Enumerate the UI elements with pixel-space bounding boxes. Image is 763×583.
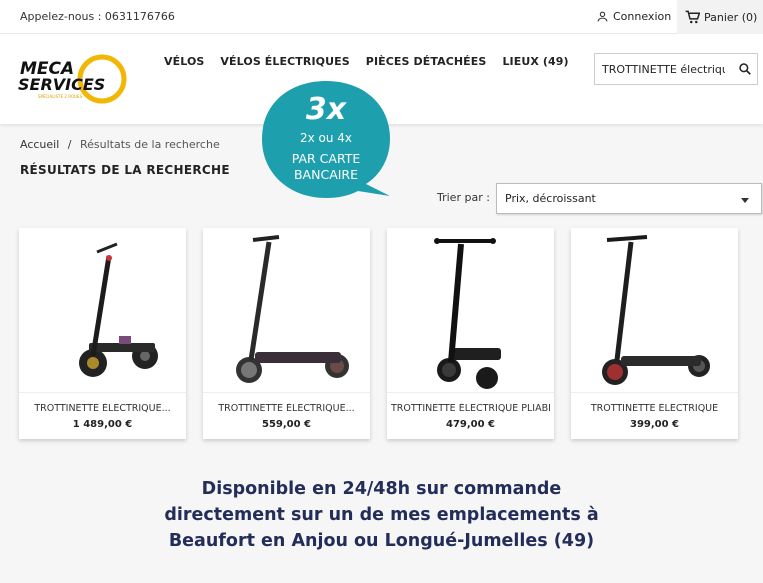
svg-text:SPÉCIALISTE 2 ROUES: SPÉCIALISTE 2 ROUES [38, 94, 83, 99]
breadcrumb-home[interactable]: Accueil [20, 138, 59, 151]
nav-item-velos-electriques[interactable]: VÉLOS ÉLECTRIQUES [220, 55, 349, 68]
breadcrumb: Accueil / Résultats de la recherche [20, 138, 220, 151]
search-input[interactable] [595, 54, 725, 84]
nav-item-lieux[interactable]: LIEUX (49) [502, 55, 568, 68]
page-title: RÉSULTATS DE LA RECHERCHE [20, 163, 230, 177]
product-card[interactable]: TROTTINETTE ÉLECTRIQUE... 1 489,00 € [19, 228, 186, 439]
card-divider [19, 392, 186, 393]
product-price: 479,00 € [445, 419, 496, 430]
note-line-1: Disponible en 24/48h sur commande [201, 479, 562, 499]
sort-select[interactable]: Prix, décroissant [496, 183, 762, 214]
top-bar: Appelez-nous : 0631176766 Connexion Pani… [0, 0, 763, 34]
product-name[interactable]: TROTTINETTE ÉLECTRIQUE PLIABLE [391, 403, 550, 414]
cart-label: Panier (0) [704, 10, 758, 24]
product-price: 1 489,00 € [72, 419, 133, 430]
sort-label: Trier par : [437, 191, 490, 204]
product-card[interactable]: TROTTINETTE ÉLECTRIQUE 399,00 € [571, 228, 738, 439]
product-name[interactable]: TROTTINETTE ÉLECTRIQUE [575, 403, 734, 414]
site-logo[interactable]: MECA SERVICES SPÉCIALISTE 2 ROUES [18, 52, 130, 112]
card-divider [387, 392, 554, 393]
cart-icon [685, 10, 700, 24]
product-image[interactable] [19, 228, 186, 391]
nav-item-pieces-detachees[interactable]: PIÈCES DÉTACHÉES [366, 55, 487, 68]
product-image[interactable] [387, 228, 554, 391]
breadcrumb-current: Résultats de la recherche [80, 138, 220, 151]
svg-text:2x ou 4x: 2x ou 4x [300, 131, 352, 145]
product-price: 399,00 € [629, 419, 680, 430]
login-link[interactable]: Connexion [596, 10, 671, 23]
product-image[interactable] [203, 228, 370, 391]
cart-link[interactable]: Panier (0) [677, 0, 763, 34]
breadcrumb-separator: / [67, 138, 72, 151]
nav-item-velos[interactable]: VÉLOS [164, 55, 204, 68]
user-icon [597, 11, 608, 22]
product-image[interactable] [571, 228, 738, 391]
note-line-3: Beaufort en Anjou ou Longué-Jumelles (49… [168, 531, 595, 551]
product-price: 559,00 € [261, 419, 312, 430]
sort-selected: Prix, décroissant [505, 192, 596, 205]
note-line-2: directement sur un de mes emplacements à [164, 505, 599, 525]
login-label: Connexion [613, 10, 672, 23]
caret-down-icon [741, 198, 749, 203]
card-divider [203, 392, 370, 393]
search-icon[interactable] [738, 62, 752, 76]
product-card[interactable]: TROTTINETTE ÉLECTRIQUE PLIABLE 479,00 € [387, 228, 554, 439]
product-name[interactable]: TROTTINETTE ÉLECTRIQUE... [23, 403, 182, 414]
payment-badge: 3x 2x ou 4x PAR CARTE BANCAIRE [262, 79, 390, 203]
search-box [594, 53, 758, 85]
main-nav: VÉLOS VÉLOS ÉLECTRIQUES PIÈCES DÉTACHÉES… [164, 55, 569, 68]
svg-text:3x: 3x [306, 92, 348, 127]
svg-text:SERVICES: SERVICES [18, 75, 105, 94]
phone-number: Appelez-nous : 0631176766 [20, 10, 175, 23]
svg-text:PAR CARTE: PAR CARTE [292, 151, 361, 166]
product-name[interactable]: TROTTINETTE ÉLECTRIQUE... [207, 403, 366, 414]
svg-text:BANCAIRE: BANCAIRE [294, 167, 358, 182]
availability-note: Disponible en 24/48h sur commande direct… [0, 476, 763, 554]
card-divider [571, 392, 738, 393]
product-card[interactable]: TROTTINETTE ÉLECTRIQUE... 559,00 € [203, 228, 370, 439]
